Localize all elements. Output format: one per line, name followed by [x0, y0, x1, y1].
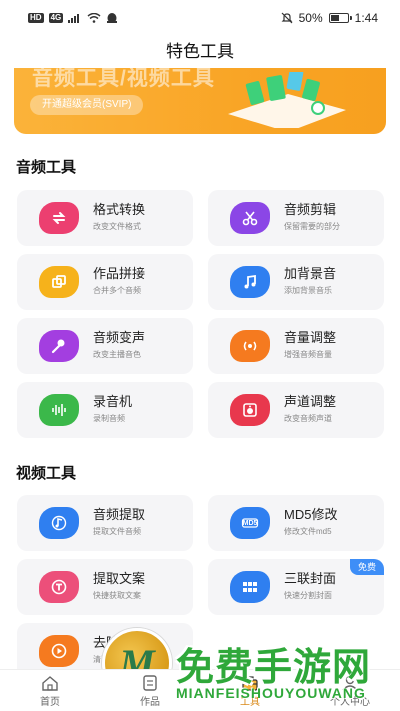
video-section-title: 视频工具	[16, 465, 77, 482]
nav-home-label: 首页	[40, 696, 60, 708]
tool-text: 提取文案快捷获取文案	[93, 571, 145, 603]
microphone-icon	[39, 330, 79, 362]
tool-name: 录音机	[93, 394, 133, 409]
tool-card-grid[interactable]: 三联封面 快速分割封面 免费	[208, 559, 384, 615]
tool-name: 音量调整	[284, 330, 337, 345]
tool-desc: 快速分割封面	[284, 591, 332, 600]
tool-text: 音频剪辑保留需要的部分	[284, 202, 340, 234]
tool-text: 加背景音添加背景音乐	[284, 266, 336, 298]
tool-text: 声道调整改变音频声道	[284, 394, 336, 426]
tool-name: 提取文案	[93, 571, 146, 586]
tool-desc: 录制音频	[93, 414, 125, 423]
tool-name: 音频提取	[93, 507, 146, 522]
tool-desc: 保留需要的部分	[284, 222, 340, 231]
tool-name: 声道调整	[284, 394, 337, 409]
tool-card-scissors[interactable]: 音频剪辑保留需要的部分	[208, 190, 384, 246]
home-icon	[42, 675, 58, 691]
battery-fill	[330, 15, 339, 21]
tool-desc: 修改文件md5	[284, 527, 332, 536]
audio-section-title: 音频工具	[16, 159, 77, 176]
tool-text: 音频提取提取文件音频	[93, 507, 145, 539]
status-bar: HD 4G 50% 1:44	[0, 0, 400, 36]
mute-icon	[281, 12, 293, 24]
tool-text: 作品拼接合并多个音频	[93, 266, 145, 298]
banner-title: 音频工具/视频工具	[32, 68, 215, 90]
tool-desc: 增强音频音量	[284, 350, 332, 359]
nav-works-label: 作品	[140, 696, 160, 708]
svip-button[interactable]: 开通超级会员(SVIP)	[30, 95, 144, 115]
tool-card-swap[interactable]: 格式转换改变文件格式	[17, 190, 193, 246]
tool-text: 录音机 录制音频	[93, 394, 132, 426]
tool-card-volume[interactable]: 音量调整增强音频音量	[208, 318, 384, 374]
tool-desc: 快捷获取文案	[93, 591, 141, 600]
free-badge: 免费	[349, 559, 384, 575]
grid-icon	[230, 571, 270, 603]
tool-text: 音量调整增强音频音量	[284, 330, 336, 362]
tool-card-merge[interactable]: 作品拼接合并多个音频	[17, 254, 193, 310]
play-icon	[39, 635, 79, 667]
md5-icon-label: MD5	[242, 519, 258, 527]
signal-icon	[68, 14, 80, 23]
clock: 1:44	[354, 11, 378, 25]
notification-app-icon	[107, 13, 118, 23]
battery-icon	[328, 13, 352, 23]
volume-icon	[230, 330, 270, 362]
tool-card-text-extract[interactable]: 提取文案快捷获取文案	[17, 559, 193, 615]
tool-card-music-extract[interactable]: 音频提取提取文件音频	[17, 495, 193, 551]
svip-banner[interactable]: 音频工具/视频工具 开通超级会员(SVIP)	[14, 68, 386, 134]
battery-percent: 50%	[298, 11, 323, 25]
tool-card-speaker[interactable]: 声道调整改变音频声道	[208, 382, 384, 438]
tool-card-waveform[interactable]: 录音机 录制音频	[17, 382, 193, 438]
tool-name: 音频变声	[93, 330, 146, 345]
tool-desc: 添加背景音乐	[284, 286, 332, 295]
network-badge: 4G	[48, 13, 64, 23]
tool-name: 作品拼接	[93, 266, 146, 281]
music-extract-icon	[39, 507, 79, 539]
watermark-subtext: MIANFEISHOUYOUWANG	[176, 685, 366, 701]
page-title: 特色工具	[166, 42, 234, 61]
tool-desc: 改变文件格式	[93, 222, 141, 231]
music-note-icon	[230, 266, 270, 298]
tool-desc: 合并多个音频	[93, 286, 141, 295]
status-right: 50% 1:44	[281, 11, 378, 25]
waveform-icon	[39, 394, 79, 426]
tool-text: 三联封面快速分割封面	[284, 571, 336, 603]
tool-text: MD5修改修改文件md5	[284, 507, 337, 539]
hd-badge: HD	[28, 13, 44, 23]
watermark-text: 免费手游网	[176, 647, 372, 689]
wifi-icon	[87, 13, 101, 23]
tool-card-music-note[interactable]: 加背景音添加背景音乐	[208, 254, 384, 310]
tool-desc: 提取文件音频	[93, 527, 141, 536]
text-extract-icon	[39, 571, 79, 603]
tool-name: 加背景音	[284, 266, 337, 281]
tool-name: 格式转换	[93, 202, 146, 217]
swap-icon	[39, 202, 79, 234]
tool-text: 音频变声改变主播音色	[93, 330, 145, 362]
tool-card-md5[interactable]: MD5 MD5修改修改文件md5	[208, 495, 384, 551]
speaker-icon	[230, 394, 270, 426]
merge-icon	[39, 266, 79, 298]
md5-icon: MD5	[230, 507, 270, 539]
tool-card-microphone[interactable]: 音频变声改变主播音色	[17, 318, 193, 374]
nav-home[interactable]: 首页	[0, 670, 100, 711]
tool-name: 音频剪辑	[284, 202, 337, 217]
tool-name: MD5修改	[284, 507, 338, 522]
tool-name: 三联封面	[284, 571, 337, 586]
tool-desc: 改变主播音色	[93, 350, 141, 359]
status-left: HD 4G	[28, 12, 118, 24]
scissors-icon	[230, 202, 270, 234]
tool-text: 格式转换改变文件格式	[93, 202, 145, 234]
tool-desc: 改变音频声道	[284, 414, 332, 423]
banner-illustration-icon	[228, 72, 346, 128]
works-icon	[143, 674, 157, 691]
